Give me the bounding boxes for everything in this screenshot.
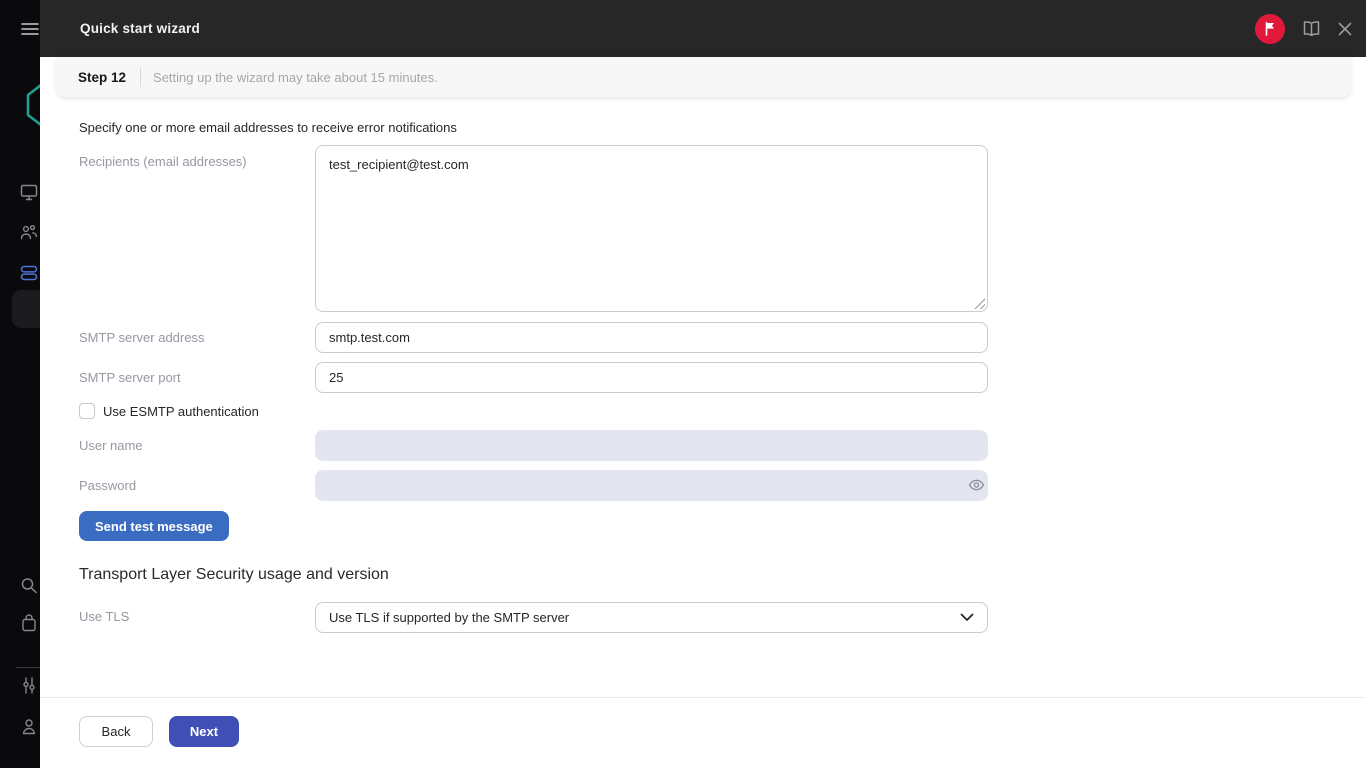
user-name-label: User name	[79, 438, 143, 453]
smtp-port-label: SMTP server port	[79, 370, 181, 385]
sidebar-active-highlight	[12, 290, 40, 328]
smtp-address-input[interactable]	[315, 322, 988, 353]
tls-section-heading: Transport Layer Security usage and versi…	[79, 566, 389, 583]
dialog-header: Quick start wizard	[40, 0, 1366, 57]
smtp-port-input[interactable]	[315, 362, 988, 393]
use-tls-select[interactable]: Use TLS if supported by the SMTP server	[315, 602, 988, 633]
send-test-message-button[interactable]: Send test message	[79, 511, 229, 541]
back-button[interactable]: Back	[79, 716, 153, 747]
sliders-icon[interactable]	[21, 677, 37, 694]
form-intro-text: Specify one or more email addresses to r…	[79, 120, 457, 135]
recipients-label: Recipients (email addresses)	[79, 154, 247, 169]
close-icon[interactable]	[1338, 22, 1352, 36]
esmtp-checkbox-row[interactable]: Use ESMTP authentication	[79, 403, 259, 419]
step-separator	[140, 67, 142, 87]
chevron-down-icon	[960, 613, 974, 621]
sidebar-divider	[16, 667, 40, 668]
users-icon[interactable]	[20, 224, 38, 241]
next-button[interactable]: Next	[169, 716, 239, 747]
use-tls-label: Use TLS	[79, 609, 130, 624]
step-note: Setting up the wizard may take about 15 …	[153, 69, 438, 85]
password-input	[315, 470, 988, 501]
eye-icon[interactable]	[968, 478, 985, 497]
smtp-address-label: SMTP server address	[79, 330, 205, 345]
monitor-icon[interactable]	[20, 184, 38, 201]
recipients-field-wrap: test_recipient@test.com	[315, 145, 988, 312]
user-name-input	[315, 430, 988, 461]
book-icon[interactable]	[1303, 21, 1320, 36]
servers-icon[interactable]	[20, 264, 38, 282]
quick-start-wizard-dialog: Quick start wizard Step 12 Setting up th…	[40, 0, 1366, 768]
app-sidebar	[0, 0, 40, 768]
person-icon[interactable]	[21, 718, 37, 735]
step-bar: Step 12 Setting up the wizard may take a…	[56, 57, 1351, 97]
bag-icon[interactable]	[21, 614, 37, 632]
search-icon[interactable]	[21, 577, 38, 594]
esmtp-checkbox[interactable]	[79, 403, 95, 419]
step-label: Step 12	[78, 69, 127, 85]
esmtp-checkbox-label: Use ESMTP authentication	[103, 403, 259, 419]
recipients-textarea[interactable]: test_recipient@test.com	[315, 145, 988, 312]
logo-hexagon	[26, 83, 40, 132]
footer-divider	[40, 697, 1366, 698]
password-label: Password	[79, 478, 137, 493]
flag-icon[interactable]	[1255, 13, 1285, 44]
menu-icon[interactable]	[21, 22, 39, 36]
dialog-title: Quick start wizard	[80, 21, 200, 36]
use-tls-selected-option: Use TLS if supported by the SMTP server	[329, 610, 570, 625]
